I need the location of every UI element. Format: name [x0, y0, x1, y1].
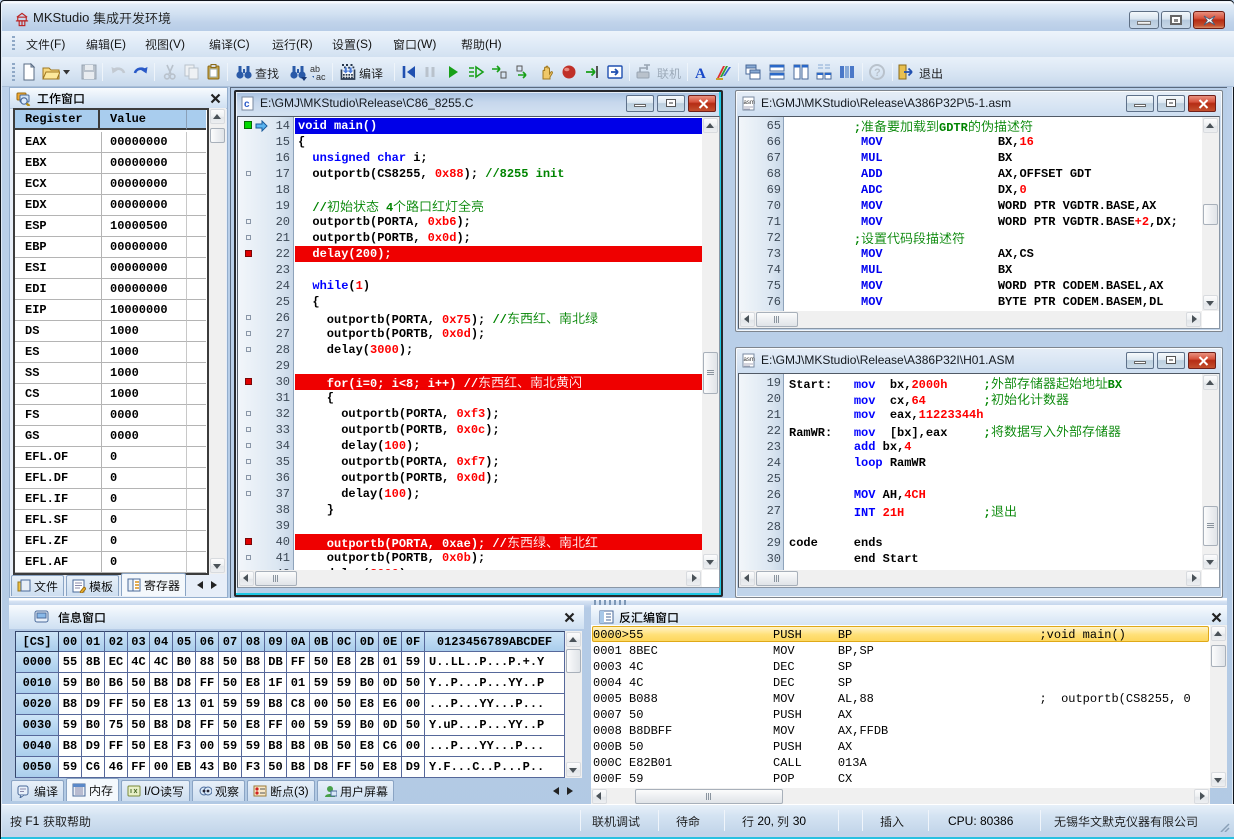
svg-text:asm: asm [744, 357, 755, 363]
svg-text:c: c [244, 99, 250, 110]
svg-text:asm: asm [744, 100, 755, 106]
svg-text:A: A [695, 66, 706, 81]
svg-text:ac: ac [316, 72, 326, 81]
svg-text:?: ? [874, 67, 881, 79]
